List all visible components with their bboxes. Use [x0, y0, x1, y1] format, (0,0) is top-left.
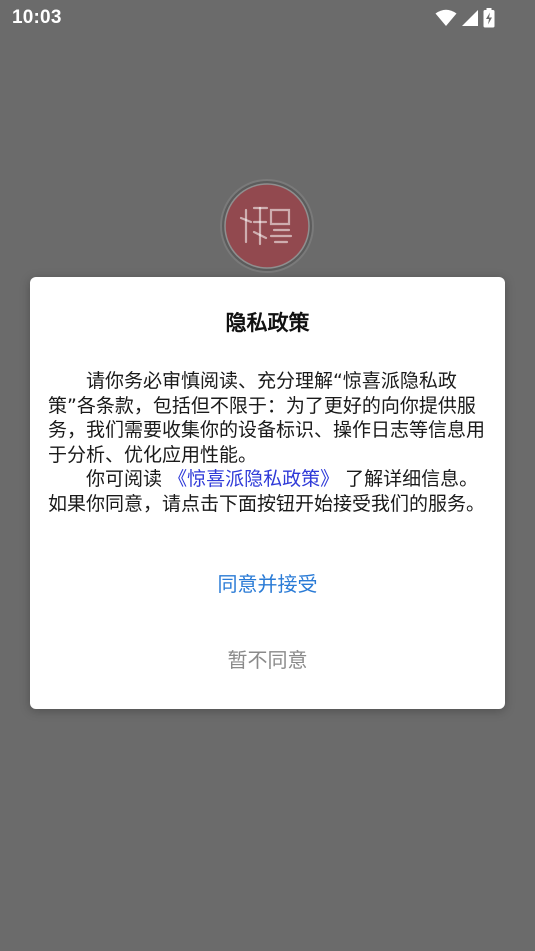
status-bar: 10:03 [0, 0, 535, 36]
policy-paragraph-2: 你可阅读 《惊喜派隐私政策》 了解详细信息。如果你同意，请点击下面按钮开始接受我… [48, 467, 488, 516]
status-time: 10:03 [12, 7, 62, 28]
privacy-policy-dialog: 隐私政策 请你务必审慎阅读、充分理解“惊喜派隐私政策”各条款，包括但不限于：为了… [30, 277, 505, 709]
cellular-signal-icon [461, 9, 479, 27]
status-icons [435, 7, 495, 29]
dialog-body: 请你务必审慎阅读、充分理解“惊喜派隐私政策”各条款，包括但不限于：为了更好的向你… [48, 369, 488, 516]
app-logo-icon [219, 178, 315, 274]
decline-button[interactable]: 暂不同意 [30, 640, 505, 680]
policy-paragraph-1: 请你务必审慎阅读、充分理解“惊喜派隐私政策”各条款，包括但不限于：为了更好的向你… [48, 370, 486, 466]
privacy-policy-link[interactable]: 《惊喜派隐私政策》 [168, 468, 339, 490]
accept-button[interactable]: 同意并接受 [30, 564, 505, 604]
wifi-icon [435, 9, 457, 27]
dialog-title: 隐私政策 [225, 311, 310, 335]
paragraph-2-text-before: 你可阅读 [86, 468, 163, 490]
battery-charging-icon [483, 8, 495, 28]
